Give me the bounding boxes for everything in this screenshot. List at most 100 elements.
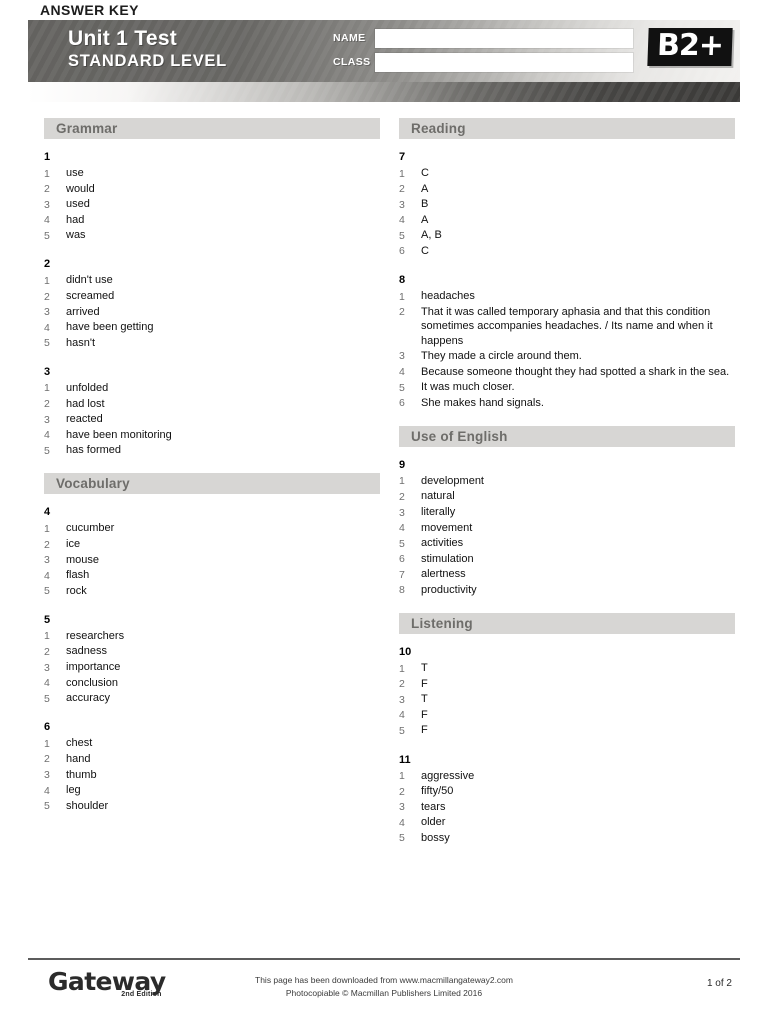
answer-row: 4F xyxy=(399,708,735,723)
answer-row: 1 researchers xyxy=(44,629,380,644)
answer-row: 8 productivity xyxy=(399,583,735,598)
answer-row: 4 have been getting xyxy=(44,320,380,335)
answer-index: 1 xyxy=(399,167,405,180)
answer-index: 5 xyxy=(44,585,50,598)
answer-text: T xyxy=(421,693,428,706)
answer-index: 2 xyxy=(44,538,50,551)
answer-index: 4 xyxy=(44,569,50,582)
answer-text: T xyxy=(421,662,428,675)
section-header-listening: Listening xyxy=(399,613,735,635)
answer-index: 6 xyxy=(399,553,405,566)
answer-text: F xyxy=(421,708,428,721)
answer-row: 5 bossy xyxy=(399,831,735,846)
section-header-vocabulary: Vocabulary xyxy=(44,473,380,495)
answer-index: 2 xyxy=(399,490,405,503)
answer-row: 1 chest xyxy=(44,736,380,751)
exercise-number: 8 xyxy=(399,274,406,287)
exercise-5: 5 1 researchers 2 sadness 3 importance 4 conclus… xyxy=(44,613,380,706)
answer-row: 5 has formed xyxy=(44,443,380,458)
answer-row: 6 stimulation xyxy=(399,552,735,567)
answer-key-bar xyxy=(28,82,740,102)
exercise-4: 4 1 cucumber 2 ice 3 mouse 4 flash 5 rock xyxy=(44,505,380,598)
name-input[interactable] xyxy=(375,28,633,48)
answer-index: 3 xyxy=(399,693,405,706)
answer-key-label: ANSWER KEY xyxy=(40,2,139,18)
exercise-number: 9 xyxy=(399,458,406,471)
answer-row: 5 activities xyxy=(399,536,735,551)
answer-text: had xyxy=(66,213,85,226)
name-field-row: NAME xyxy=(333,28,633,48)
answer-row: 3 tears xyxy=(399,800,735,815)
answer-text: has formed xyxy=(66,444,122,457)
left-column: Grammar 1 1 use 2 would 3 used 4 had 5 was 2 1 didn't … xyxy=(44,118,380,829)
class-input[interactable] xyxy=(375,52,633,72)
answer-row: 1 didn't use xyxy=(44,273,380,288)
answer-text: A xyxy=(421,182,429,195)
answer-row: 4 have been monitoring xyxy=(44,428,380,443)
answer-text: It was much closer. xyxy=(421,381,515,394)
answer-row: 3 thumb xyxy=(44,768,380,783)
answer-text: have been monitoring xyxy=(66,428,172,441)
section-header-reading: Reading xyxy=(399,118,735,139)
section-title: Reading xyxy=(411,121,466,136)
answer-index: 1 xyxy=(399,290,405,303)
answer-index: 5 xyxy=(399,724,405,737)
exercise-9: 9 1 development 2 natural 3 literally 4 movement… xyxy=(399,458,735,598)
exercise-number: 3 xyxy=(44,365,51,378)
answer-index: 4 xyxy=(399,522,405,535)
exercise-number: 2 xyxy=(44,258,51,271)
answer-text: chest xyxy=(66,737,93,750)
answer-index: 3 xyxy=(44,413,50,426)
answer-text: development xyxy=(421,474,484,487)
answer-text: use xyxy=(66,167,84,179)
answer-text: mouse xyxy=(66,553,100,566)
answer-row: 4 flash xyxy=(44,568,380,583)
answer-text: importance xyxy=(66,661,121,674)
answer-row: 3 literally xyxy=(399,505,735,520)
answer-index: 3 xyxy=(44,661,50,674)
answer-index: 4 xyxy=(399,709,405,722)
answer-text: aggressive xyxy=(421,769,475,782)
section-header-grammar: Grammar xyxy=(44,118,380,139)
answer-index: 3 xyxy=(399,350,405,363)
answer-text: cucumber xyxy=(66,522,115,535)
answer-index: 5 xyxy=(399,229,405,242)
answer-row: 4 had xyxy=(44,213,380,228)
answer-row: 2 ice xyxy=(44,537,380,552)
answer-index: 5 xyxy=(399,537,405,550)
answer-row: 3 They made a circle around them. xyxy=(399,349,735,364)
answer-index: 4 xyxy=(399,816,405,829)
answer-index: 3 xyxy=(44,769,50,782)
student-fields: NAME CLASS xyxy=(333,28,633,77)
answer-row: 3 arrived xyxy=(44,305,380,320)
answer-text: arrived xyxy=(66,305,100,318)
answer-text: thumb xyxy=(66,768,97,781)
exercise-6: 6 1 chest 2 hand 3 thumb 4 leg 5 shoulder xyxy=(44,720,380,813)
answer-index: 5 xyxy=(44,800,50,813)
answer-text: hand xyxy=(66,752,91,765)
answer-text: have been getting xyxy=(66,321,154,334)
answer-index: 4 xyxy=(44,784,50,797)
answer-text: had lost xyxy=(66,397,105,410)
answer-index: 4 xyxy=(44,677,50,690)
exercise-10: 10 1 T 2 F 3 T 4 F 5 F xyxy=(399,645,735,738)
title-block: Unit 1 Test STANDARD LEVEL xyxy=(68,26,227,72)
answer-text: researchers xyxy=(66,629,125,642)
answer-text: natural xyxy=(421,490,455,503)
answer-index: 1 xyxy=(44,737,50,750)
section-title: Grammar xyxy=(56,121,118,136)
footer-photocopiable-line: Photocopiable © Macmillan Publishers Lim… xyxy=(285,988,483,998)
answer-index: 2 xyxy=(399,306,405,319)
answer-index: 2 xyxy=(44,645,50,658)
answer-row: 1 unfolded xyxy=(44,381,380,396)
answer-row: 1 use xyxy=(44,166,380,181)
page-header: Unit 1 Test STANDARD LEVEL NAME CLASS B2… xyxy=(28,20,740,82)
answer-row: 3 mouse xyxy=(44,553,380,568)
section-use-of-english: Use of English 9 1 development 2 natural 3 lite… xyxy=(399,425,735,598)
answer-row: 2 screamed xyxy=(44,289,380,304)
answer-row: 7 alertness xyxy=(399,567,735,582)
answer-text: hasn't xyxy=(66,336,96,349)
answer-text: shoulder xyxy=(66,799,109,812)
answer-text: rock xyxy=(66,584,87,597)
answer-text: screamed xyxy=(66,290,115,303)
